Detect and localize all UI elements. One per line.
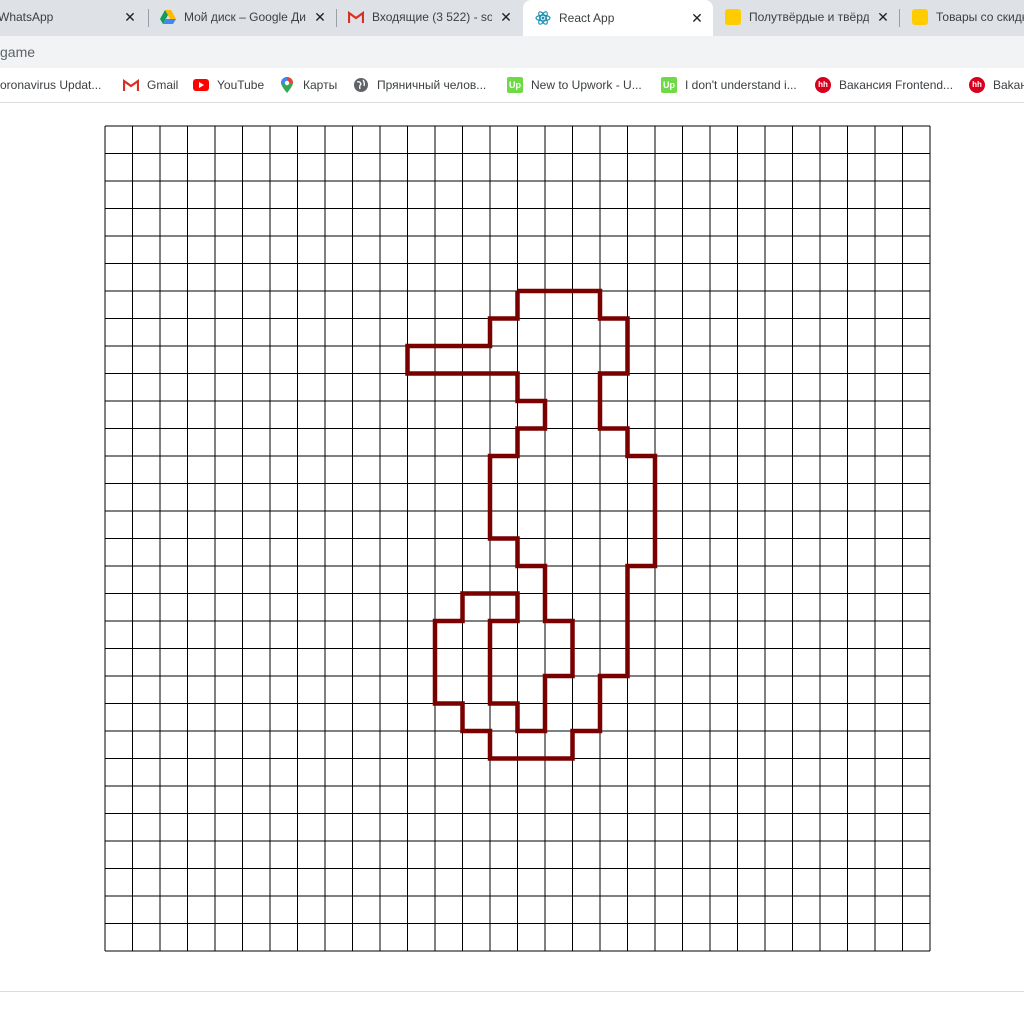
tab-yandex-market-1[interactable]: Полутвёрдые и твёрдые ✕ <box>713 0 899 34</box>
globe-icon <box>353 77 369 93</box>
react-icon <box>535 10 551 26</box>
page-content <box>0 103 1024 991</box>
bookmark-label: Карты <box>303 78 338 92</box>
close-icon[interactable]: ✕ <box>312 9 328 25</box>
close-icon[interactable]: ✕ <box>875 9 891 25</box>
tab-gmail[interactable]: Входящие (3 522) - sok ✕ <box>336 0 522 34</box>
bookmark-label: Пряничный челов... <box>377 78 487 92</box>
upwork-icon: Up <box>507 77 523 93</box>
tab-strip: WhatsApp ✕ Мой диск – Google Диск ✕ Вход… <box>0 0 1024 36</box>
google-maps-icon <box>279 77 295 93</box>
close-icon[interactable]: ✕ <box>122 9 138 25</box>
tab-google-drive[interactable]: Мой диск – Google Диск ✕ <box>148 0 336 34</box>
hh-icon: hh <box>815 77 831 93</box>
bookmark-label: Ваkан <box>993 78 1024 92</box>
bookmark-label: New to Upwork - U... <box>531 78 642 92</box>
game-board[interactable] <box>104 125 931 952</box>
tab-title: Товары со скидк <box>936 10 1024 24</box>
tab-whatsapp[interactable]: WhatsApp ✕ <box>0 0 146 34</box>
close-icon[interactable]: ✕ <box>498 9 514 25</box>
bookmark-label: I don't understand i... <box>685 78 797 92</box>
bookmark-hh-1[interactable]: hh Вакансия Frontend... <box>815 75 953 95</box>
gmail-icon <box>123 77 139 93</box>
drawn-path <box>405 288 658 761</box>
bookmark-coronavirus[interactable]: oronavirus Updat... <box>0 75 101 95</box>
hh-icon: hh <box>969 77 985 93</box>
close-icon[interactable]: ✕ <box>689 10 705 26</box>
bookmark-label: YouTube <box>217 78 265 92</box>
bookmark-gmail[interactable]: Gmail <box>123 75 178 95</box>
bookmark-label: Вакансия Frontend... <box>839 78 954 92</box>
gmail-icon <box>348 9 364 25</box>
tab-react-app[interactable]: React App ✕ <box>523 0 713 36</box>
tab-title: WhatsApp <box>0 10 54 24</box>
tab-yandex-market-2[interactable]: Товары со скидк <box>900 0 1024 34</box>
bookmark-hh-2[interactable]: hh Ваkан <box>969 75 1024 95</box>
bookmark-gingerbread[interactable]: Пряничный челов... <box>353 75 486 95</box>
bookmark-upwork-2[interactable]: Up I don't understand i... <box>661 75 797 95</box>
google-drive-icon <box>160 9 176 25</box>
tab-title: Мой диск – Google Диск <box>184 10 306 24</box>
bookmark-maps[interactable]: Карты <box>279 75 337 95</box>
page-bottom-divider <box>0 991 1024 992</box>
yandex-market-icon <box>725 9 741 25</box>
youtube-icon <box>193 77 209 93</box>
tab-title: Полутвёрдые и твёрдые <box>749 10 869 24</box>
address-bar[interactable]: game <box>0 36 1024 68</box>
bookmark-youtube[interactable]: YouTube <box>193 75 264 95</box>
yandex-market-icon <box>912 9 928 25</box>
bookmark-label: oronavirus Updat... <box>0 78 102 92</box>
tab-title: React App <box>559 11 615 25</box>
upwork-icon: Up <box>661 77 677 93</box>
url-text[interactable]: game <box>0 44 35 60</box>
bookmark-label: Gmail <box>147 78 179 92</box>
bookmarks-bar: oronavirus Updat... Gmail YouTube Карты … <box>0 68 1024 103</box>
tab-title: Входящие (3 522) - sok <box>372 10 492 24</box>
bookmark-upwork-1[interactable]: Up New to Upwork - U... <box>507 75 642 95</box>
